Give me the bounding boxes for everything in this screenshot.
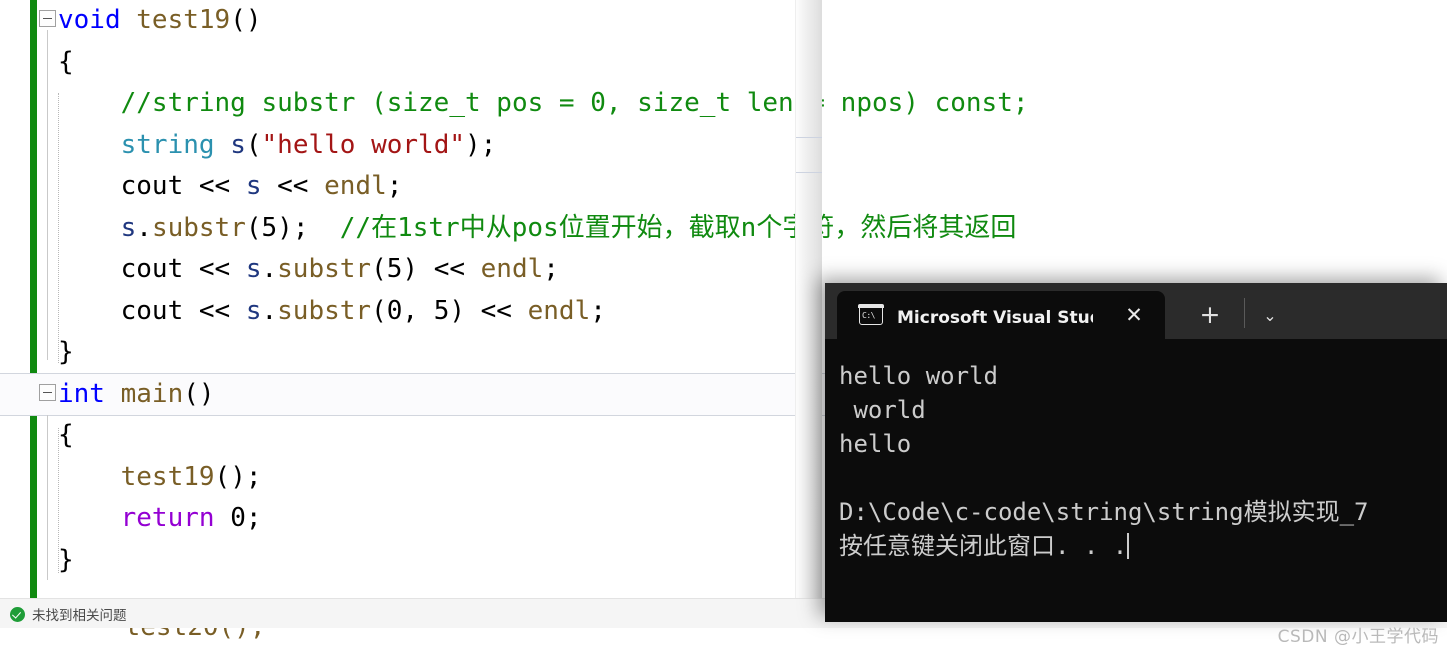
code-token: void — [58, 5, 121, 35]
code-line[interactable]: { — [0, 42, 1447, 84]
code-token: s — [245, 171, 262, 201]
code-line[interactable]: void test19() — [0, 0, 1447, 42]
code-token: return — [120, 503, 215, 533]
code-token: . — [261, 295, 278, 326]
code-token: "hello world" — [261, 129, 466, 160]
console-output-line: world — [839, 396, 926, 424]
fold-toggle-icon[interactable] — [39, 383, 56, 401]
console-output-line: hello — [839, 430, 912, 458]
fold-guide — [47, 415, 49, 580]
code-line[interactable]: s.substr(5); //在1str中从pos位置开始，截取n个字符，然后将… — [0, 208, 1447, 250]
code-token: ; — [386, 171, 403, 201]
code-token: test19 — [120, 461, 215, 492]
tab-separator — [1244, 298, 1245, 328]
editor-vertical-scrollbar[interactable] — [795, 0, 822, 598]
code-token: ; — [590, 295, 606, 326]
debug-console-window[interactable]: C:\ Microsoft Visual Studio 调试控 ✕ + ⌄ he… — [825, 283, 1447, 622]
code-token: << — [261, 171, 325, 201]
code-token: test19 — [136, 5, 231, 35]
code-token: (5) << — [371, 254, 481, 284]
terminal-icon-glyph: C:\ — [862, 311, 875, 320]
code-token: . — [136, 212, 152, 243]
code-token: () — [230, 5, 262, 35]
code-token: s — [120, 212, 137, 243]
code-token: cout << — [58, 295, 246, 326]
terminal-icon: C:\ — [858, 304, 884, 325]
clipped-code-text: test20(); — [62, 628, 266, 642]
error-status-label: 未找到相关问题 — [32, 608, 127, 624]
code-token: { — [58, 46, 74, 77]
code-line[interactable]: cout << s << endl; — [0, 166, 1447, 208]
code-token: string — [120, 129, 215, 160]
code-token: main — [120, 378, 184, 409]
code-token: substr — [277, 254, 372, 284]
code-token: ; — [543, 254, 559, 284]
code-token: { — [58, 420, 74, 450]
code-token: (5); — [245, 212, 340, 243]
check-circle-icon — [10, 606, 25, 622]
code-token: substr — [277, 295, 372, 326]
code-token: int — [58, 378, 105, 409]
indent-guide — [58, 428, 60, 573]
console-titlebar[interactable]: C:\ Microsoft Visual Studio 调试控 ✕ + ⌄ — [825, 283, 1447, 339]
clipped-code-row: test20(); — [0, 628, 1447, 652]
console-output-line: hello world — [839, 362, 998, 390]
code-token: ( — [245, 129, 262, 160]
chevron-down-icon[interactable]: ⌄ — [1257, 305, 1283, 327]
fold-toggle-icon[interactable] — [39, 10, 56, 27]
console-tab[interactable]: C:\ Microsoft Visual Studio 调试控 ✕ — [837, 291, 1165, 339]
csdn-watermark: CSDN @小王学代码 — [1277, 627, 1439, 647]
code-token: } — [58, 337, 74, 367]
code-token: s — [230, 129, 246, 160]
code-token: } — [58, 544, 74, 575]
code-line[interactable]: string s("hello world"); — [0, 125, 1447, 167]
fold-guide — [47, 30, 49, 360]
code-line[interactable]: //string substr (size_t pos = 0, size_t … — [0, 83, 1447, 125]
console-tab-title: Microsoft Visual Studio 调试控 — [897, 307, 1093, 328]
code-token: ); — [465, 129, 497, 160]
close-icon[interactable]: ✕ — [1123, 304, 1145, 326]
code-token: (0, 5) << — [371, 295, 528, 326]
code-token: //在1str中从pos位置开始，截取n个字符，然后将其返回 — [339, 212, 1017, 243]
console-output-line: 按任意键关闭此窗口. . . — [839, 532, 1130, 560]
new-tab-icon[interactable]: + — [1197, 302, 1223, 329]
indent-guide — [58, 93, 60, 363]
console-output-line: D:\Code\c-code\string\string模拟实现_7 — [839, 498, 1369, 526]
code-token: substr — [151, 212, 246, 243]
code-token: endl — [527, 295, 591, 326]
code-token: . — [261, 254, 278, 284]
code-token: () — [183, 378, 215, 409]
code-token: (); — [214, 461, 262, 492]
code-token: cout << — [58, 254, 246, 284]
console-caret — [1127, 533, 1130, 559]
code-token: endl — [324, 171, 387, 201]
code-token: endl — [480, 254, 544, 284]
code-token: 0; — [214, 503, 262, 533]
code-token: s — [245, 254, 262, 284]
console-output[interactable]: hello world world hello D:\Code\c-code\str… — [825, 339, 1447, 622]
code-token: s — [245, 295, 262, 326]
code-token: cout << — [58, 171, 246, 201]
code-token: //string substr (size_t pos = 0, size_t … — [58, 88, 1029, 118]
